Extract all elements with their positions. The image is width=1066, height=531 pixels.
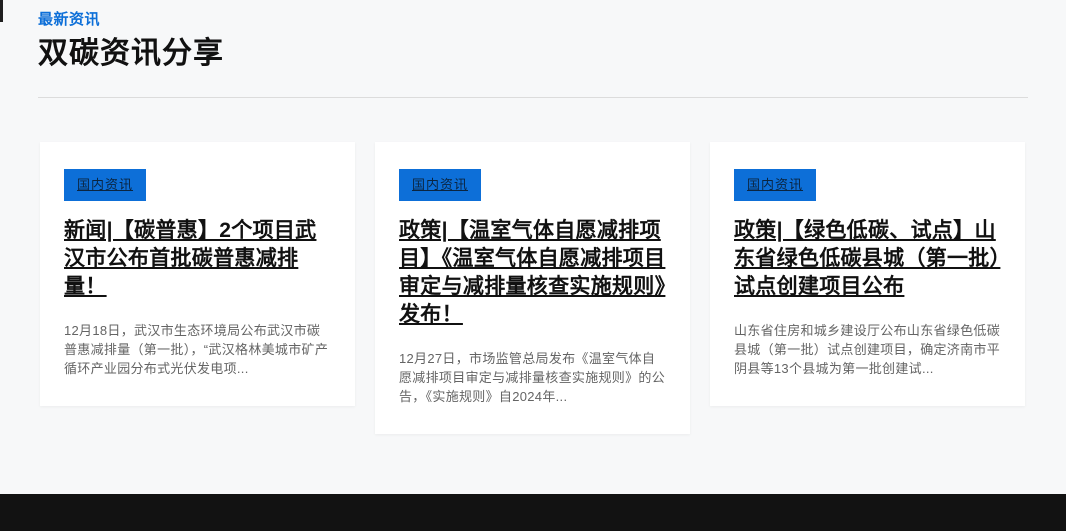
news-card-list: 国内资讯 新闻|【碳普惠】2个项目武汉市公布首批碳普惠减排量！ 12月18日，武…	[40, 142, 1028, 434]
article-title-link[interactable]: 政策|【温室气体自愿减排项目】《温室气体自愿减排项目审定与减排量核查实施规则》发…	[399, 217, 666, 329]
window-edge	[0, 0, 3, 22]
news-card: 国内资讯 政策|【温室气体自愿减排项目】《温室气体自愿减排项目审定与减排量核查实…	[375, 142, 690, 434]
news-card: 国内资讯 政策|【绿色低碳、试点】山东省绿色低碳县城（第一批）试点创建项目公布 …	[710, 142, 1025, 406]
category-badge[interactable]: 国内资讯	[399, 169, 481, 201]
category-badge[interactable]: 国内资讯	[64, 169, 146, 201]
article-excerpt: 12月18日，武汉市生态环境局公布武汉市碳普惠减排量（第一批），“武汉格林美城市…	[64, 321, 331, 378]
article-excerpt: 山东省住房和城乡建设厅公布山东省绿色低碳县城（第一批）试点创建项目，确定济南市平…	[734, 321, 1001, 378]
article-title-link[interactable]: 新闻|【碳普惠】2个项目武汉市公布首批碳普惠减排量！	[64, 217, 331, 301]
page-title: 双碳资讯分享	[38, 34, 1028, 75]
header-divider	[38, 97, 1028, 98]
category-badge-label: 国内资讯	[77, 177, 133, 192]
category-badge-label: 国内资讯	[412, 177, 468, 192]
category-badge-label: 国内资讯	[747, 177, 803, 192]
news-card: 国内资讯 新闻|【碳普惠】2个项目武汉市公布首批碳普惠减排量！ 12月18日，武…	[40, 142, 355, 406]
news-section-page: 最新资讯 双碳资讯分享 国内资讯 新闻|【碳普惠】2个项目武汉市公布首批碳普惠减…	[0, 0, 1066, 531]
article-title-link[interactable]: 政策|【绿色低碳、试点】山东省绿色低碳县城（第一批）试点创建项目公布	[734, 217, 1001, 301]
article-excerpt: 12月27日，市场监管总局发布《温室气体自愿减排项目审定与减排量核查实施规则》的…	[399, 349, 666, 406]
section-eyebrow: 最新资讯	[38, 8, 1028, 29]
category-badge[interactable]: 国内资讯	[734, 169, 816, 201]
section-header: 最新资讯 双碳资讯分享	[0, 0, 1066, 98]
page-footer	[0, 494, 1066, 531]
